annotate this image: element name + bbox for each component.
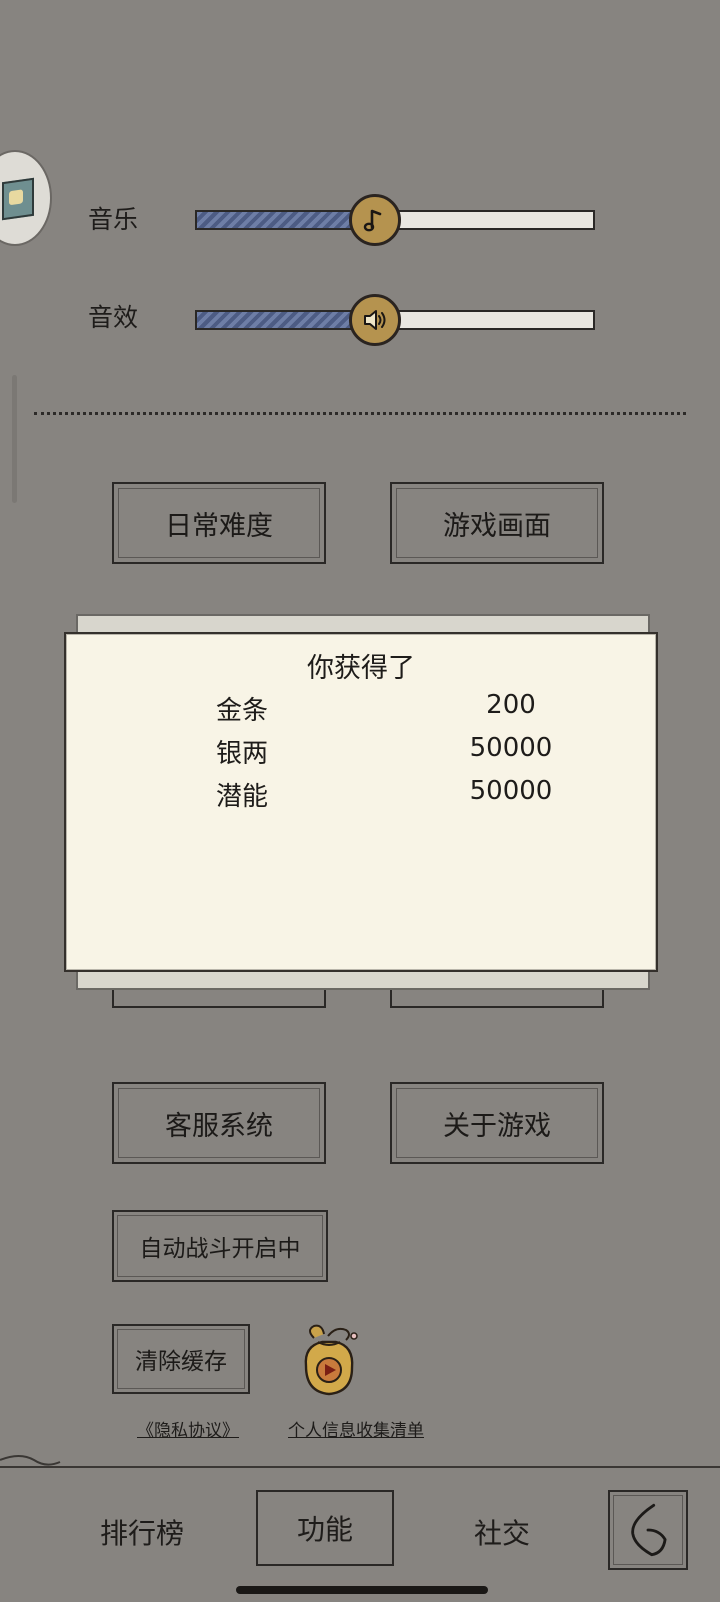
music-label: 音乐 bbox=[88, 205, 139, 234]
music-note-icon bbox=[363, 209, 382, 232]
music-slider-knob[interactable] bbox=[349, 194, 401, 246]
side-app-badge[interactable] bbox=[0, 150, 52, 246]
decorative-swirl bbox=[0, 1455, 61, 1466]
privacy-agreement-link[interactable]: 《隐私协议》 bbox=[137, 1416, 239, 1441]
game-display-button[interactable]: 游戏画面 bbox=[390, 482, 604, 564]
speaker-icon bbox=[364, 310, 386, 330]
sfx-label: 音效 bbox=[88, 303, 139, 332]
about-game-button[interactable]: 关于游戏 bbox=[390, 1082, 604, 1164]
reward-value: 200 bbox=[486, 690, 536, 720]
back-button[interactable] bbox=[608, 1490, 688, 1570]
back-arrow-icon bbox=[631, 1503, 667, 1557]
reward-name: 潜能 bbox=[216, 782, 269, 812]
nav-divider bbox=[0, 1466, 720, 1468]
reward-row: 银两 50000 bbox=[96, 733, 630, 775]
home-indicator bbox=[236, 1586, 488, 1594]
personal-info-list-link[interactable]: 个人信息收集清单 bbox=[288, 1416, 424, 1441]
section-divider bbox=[34, 412, 686, 415]
auto-battle-button[interactable]: 自动战斗开启中 bbox=[112, 1210, 328, 1282]
nav-tab-ranking[interactable]: 排行榜 bbox=[100, 1512, 184, 1552]
nav-tab-social[interactable]: 社交 bbox=[474, 1512, 530, 1552]
reward-row: 金条 200 bbox=[96, 690, 630, 732]
money-bag-video-icon[interactable] bbox=[292, 1322, 366, 1398]
nav-tab-functions[interactable]: 功能 bbox=[256, 1490, 394, 1566]
customer-service-button[interactable]: 客服系统 bbox=[112, 1082, 326, 1164]
clear-cache-button[interactable]: 清除缓存 bbox=[112, 1324, 250, 1394]
reward-value: 50000 bbox=[469, 776, 553, 806]
popup-title: 你获得了 bbox=[307, 653, 415, 684]
sfx-slider-knob[interactable] bbox=[349, 294, 401, 346]
reward-popup[interactable]: 你获得了 金条 200 银两 50000 潜能 50000 bbox=[64, 632, 658, 972]
reward-row: 潜能 50000 bbox=[96, 776, 630, 818]
reward-name: 银两 bbox=[216, 739, 269, 769]
daily-difficulty-button[interactable]: 日常难度 bbox=[112, 482, 326, 564]
reward-name: 金条 bbox=[216, 696, 269, 726]
app-badge-icon bbox=[2, 177, 34, 221]
scroll-indicator bbox=[12, 375, 17, 503]
reward-value: 50000 bbox=[469, 733, 553, 763]
